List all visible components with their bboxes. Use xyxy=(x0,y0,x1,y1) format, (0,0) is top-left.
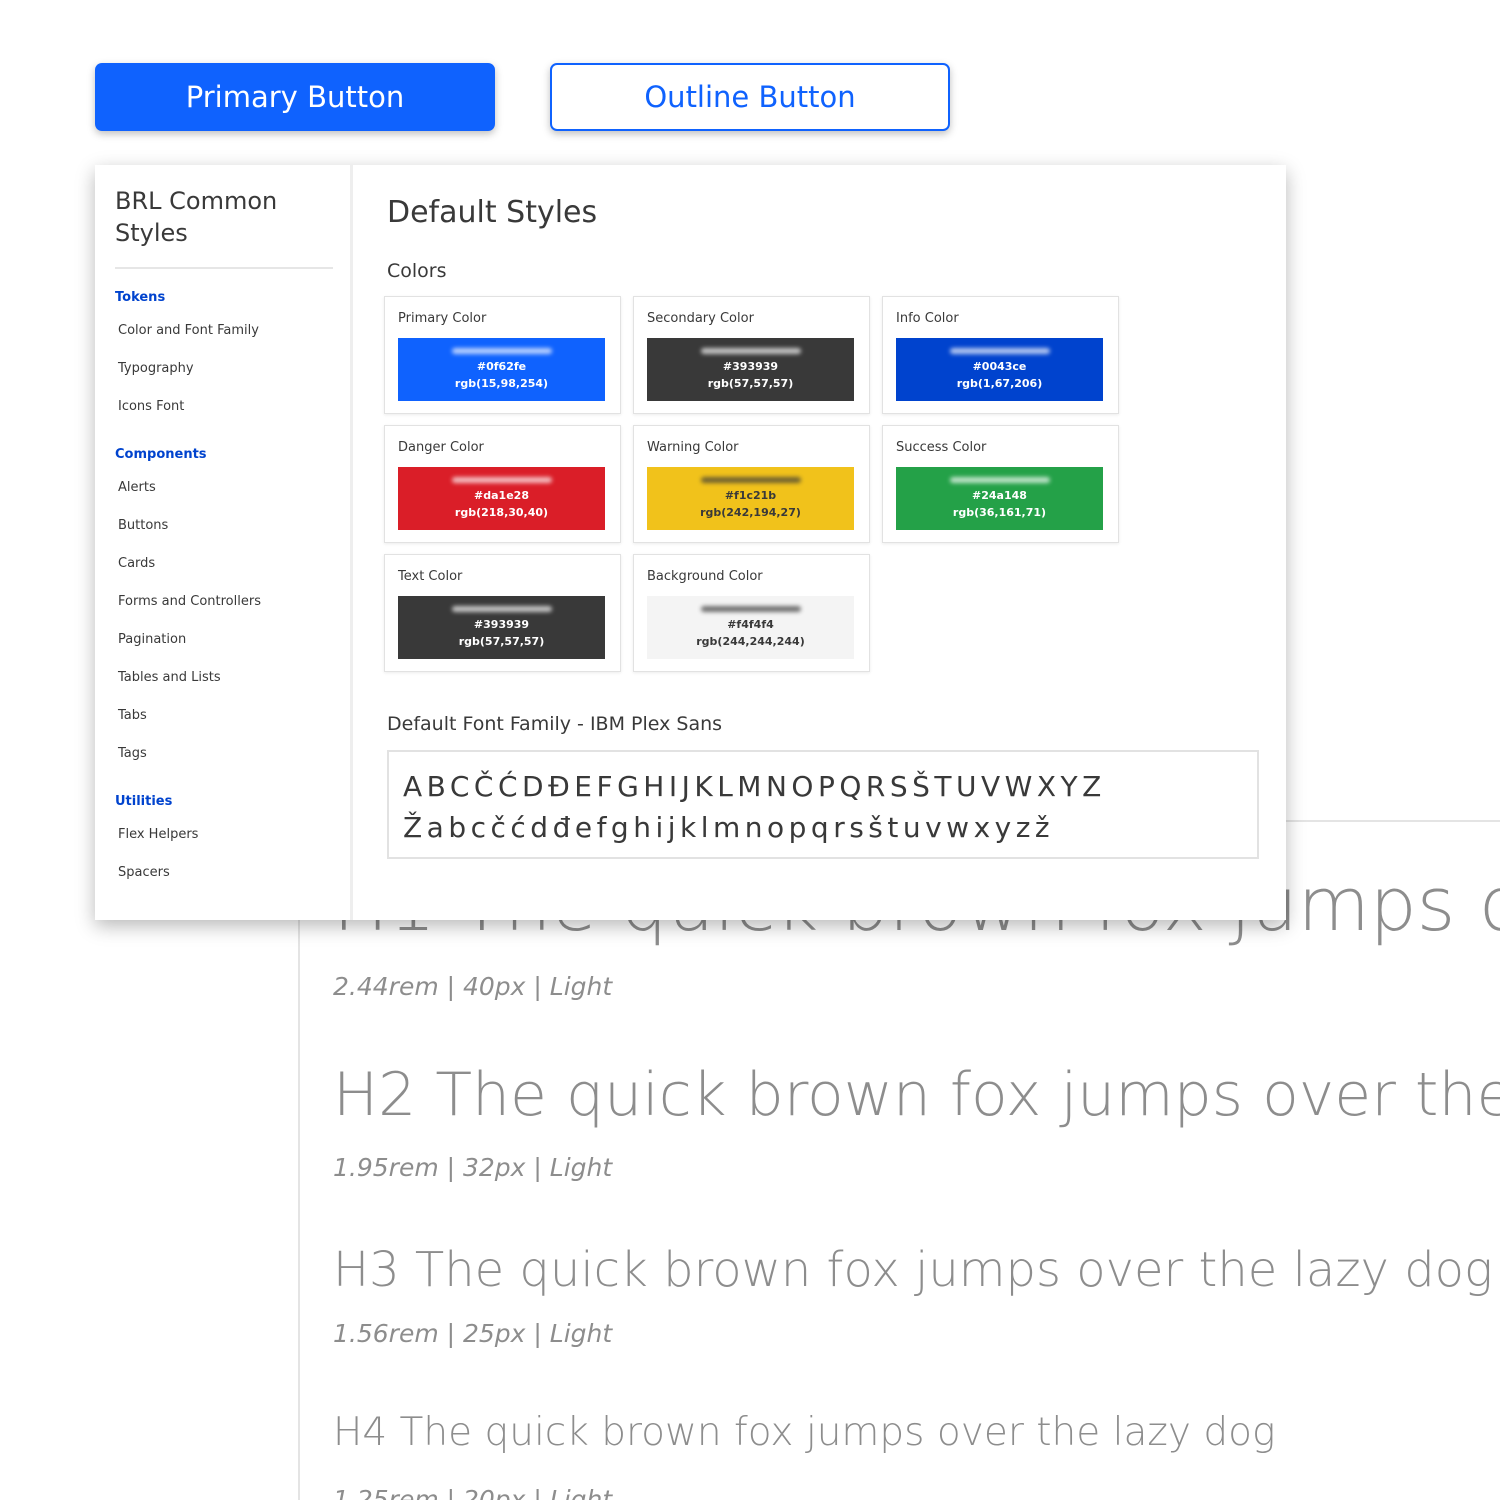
swatch-name: Info Color xyxy=(896,311,959,326)
swatch-name: Success Color xyxy=(896,440,987,455)
swatch-name: Danger Color xyxy=(398,440,484,455)
h4-meta: 1.25rem | 20px | Light xyxy=(333,1485,613,1500)
h2-meta: 1.95rem | 32px | Light xyxy=(333,1153,613,1182)
swatch-rgb: rgb(244,244,244) xyxy=(696,634,805,648)
swatch-color-box: #393939 rgb(57,57,57) xyxy=(647,338,854,401)
swatch-color-box: #24a148 rgb(36,161,71) xyxy=(896,467,1103,530)
sidebar-title: BRL Common Styles xyxy=(115,187,278,247)
font-family-heading: Default Font Family - IBM Plex Sans xyxy=(387,713,723,735)
primary-button[interactable]: Primary Button xyxy=(95,63,495,131)
swatch-color-box: #da1e28 rgb(218,30,40) xyxy=(398,467,605,530)
color-swatch: Text Color #393939 rgb(57,57,57) xyxy=(384,554,621,672)
colors-heading: Colors xyxy=(387,260,447,282)
sidebar-section-tokens: Tokens xyxy=(115,290,166,305)
color-swatch: Danger Color #da1e28 rgb(218,30,40) xyxy=(384,425,621,543)
swatch-rgb: rgb(57,57,57) xyxy=(458,634,545,648)
swatch-rgb: rgb(242,194,27) xyxy=(700,505,801,519)
swatch-blurred-token xyxy=(949,476,1050,483)
swatch-rgb: rgb(1,67,206) xyxy=(956,376,1043,390)
swatch-name: Text Color xyxy=(398,569,463,584)
swatch-name: Warning Color xyxy=(647,440,739,455)
swatch-hex: #f1c21b xyxy=(724,488,777,502)
color-swatch: Background Color #f4f4f4 rgb(244,244,244) xyxy=(633,554,870,672)
sidebar-divider xyxy=(115,267,333,269)
swatch-rgb: rgb(218,30,40) xyxy=(454,505,549,519)
swatch-hex: #393939 xyxy=(722,359,779,373)
swatch-hex: #393939 xyxy=(473,617,530,631)
sidebar-item-icons-font[interactable]: Icons Font xyxy=(118,399,184,414)
swatch-color-box: #0043ce rgb(1,67,206) xyxy=(896,338,1103,401)
swatch-name: Primary Color xyxy=(398,311,487,326)
font-sample-lowercase: Žabcčćdđefghijklmnopqrsštuvwxyzž xyxy=(403,811,1055,844)
swatch-color-box: #f4f4f4 rgb(244,244,244) xyxy=(647,596,854,659)
sidebar-item-typography[interactable]: Typography xyxy=(118,361,194,376)
sidebar-item-spacers[interactable]: Spacers xyxy=(118,865,170,880)
font-sample-box: ABCČĆDĐEFGHIJKLMNOPQRSŠTUVWXYZ Žabcčćdđe… xyxy=(387,750,1259,859)
outline-button[interactable]: Outline Button xyxy=(550,63,950,131)
swatch-hex: #f4f4f4 xyxy=(727,617,774,631)
sidebar: BRL Common Styles Tokens Color and Font … xyxy=(95,165,353,920)
swatch-hex: #da1e28 xyxy=(474,488,529,502)
swatch-name: Background Color xyxy=(647,569,763,584)
swatch-blurred-token xyxy=(451,347,552,354)
page-divider xyxy=(1258,820,1500,822)
color-swatch: Info Color #0043ce rgb(1,67,206) xyxy=(882,296,1119,414)
h4-sample: H4 The quick brown fox jumps over the la… xyxy=(333,1410,1276,1455)
swatch-blurred-token xyxy=(700,347,801,354)
sidebar-item-color-and-font-family[interactable]: Color and Font Family xyxy=(118,323,259,338)
style-guide-window: BRL Common Styles Tokens Color and Font … xyxy=(95,165,1286,920)
sidebar-item-flex-helpers[interactable]: Flex Helpers xyxy=(118,827,198,842)
sidebar-item-tags[interactable]: Tags xyxy=(118,746,147,761)
h2-sample: H2 The quick brown fox jumps over the la… xyxy=(333,1060,1500,1130)
swatch-blurred-token xyxy=(451,476,552,483)
sidebar-section-utilities: Utilities xyxy=(115,794,173,809)
sidebar-item-buttons[interactable]: Buttons xyxy=(118,518,168,533)
color-swatch: Success Color #24a148 rgb(36,161,71) xyxy=(882,425,1119,543)
swatch-color-box: #393939 rgb(57,57,57) xyxy=(398,596,605,659)
swatch-rgb: rgb(57,57,57) xyxy=(707,376,794,390)
color-swatch: Secondary Color #393939 rgb(57,57,57) xyxy=(633,296,870,414)
page-title: Default Styles xyxy=(387,195,598,230)
swatch-blurred-token xyxy=(451,605,552,612)
sidebar-item-forms-and-controllers[interactable]: Forms and Controllers xyxy=(118,594,261,609)
swatch-rgb: rgb(15,98,254) xyxy=(454,376,549,390)
sidebar-item-pagination[interactable]: Pagination xyxy=(118,632,186,647)
swatch-hex: #0f62fe xyxy=(476,359,527,373)
h3-sample: H3 The quick brown fox jumps over the la… xyxy=(333,1242,1493,1298)
color-swatch: Warning Color #f1c21b rgb(242,194,27) xyxy=(633,425,870,543)
swatch-blurred-token xyxy=(700,476,801,483)
sidebar-item-alerts[interactable]: Alerts xyxy=(118,480,156,495)
h1-meta: 2.44rem | 40px | Light xyxy=(333,972,613,1001)
sidebar-item-tabs[interactable]: Tabs xyxy=(118,708,147,723)
swatch-hex: #24a148 xyxy=(972,488,1027,502)
swatch-hex: #0043ce xyxy=(972,359,1027,373)
font-sample-uppercase: ABCČĆDĐEFGHIJKLMNOPQRSŠTUVWXYZ xyxy=(403,770,1106,803)
sidebar-item-tables-and-lists[interactable]: Tables and Lists xyxy=(118,670,221,685)
h3-meta: 1.56rem | 25px | Light xyxy=(333,1319,613,1348)
color-swatch: Primary Color #0f62fe rgb(15,98,254) xyxy=(384,296,621,414)
swatch-color-box: #f1c21b rgb(242,194,27) xyxy=(647,467,854,530)
swatch-blurred-token xyxy=(700,605,801,612)
swatch-name: Secondary Color xyxy=(647,311,754,326)
swatch-rgb: rgb(36,161,71) xyxy=(952,505,1047,519)
swatch-blurred-token xyxy=(949,347,1050,354)
sidebar-item-cards[interactable]: Cards xyxy=(118,556,155,571)
page-divider xyxy=(298,820,300,1500)
swatch-color-box: #0f62fe rgb(15,98,254) xyxy=(398,338,605,401)
sidebar-section-components: Components xyxy=(115,447,207,462)
